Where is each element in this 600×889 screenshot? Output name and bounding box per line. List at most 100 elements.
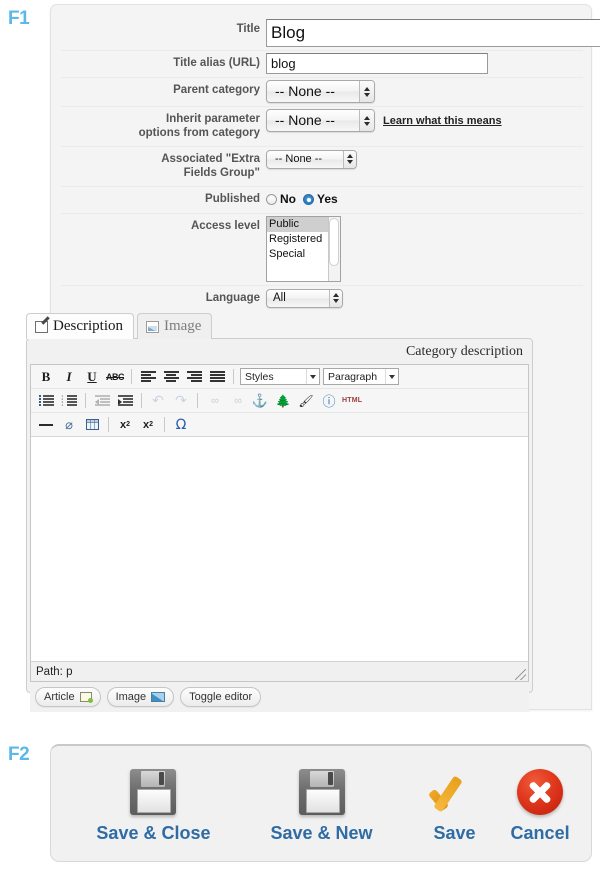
align-center-button[interactable]: [161, 367, 181, 386]
insert-article-label: Article: [44, 691, 75, 703]
format-select[interactable]: Paragraph: [323, 368, 399, 385]
insert-image-button[interactable]: Image: [106, 687, 175, 707]
article-icon: [79, 692, 93, 703]
extra-fields-group-label-line1: Associated "Extra: [161, 152, 260, 165]
toolbar-separator: [131, 369, 132, 384]
published-radio-no[interactable]: No: [266, 192, 296, 206]
published-radio-yes[interactable]: Yes: [303, 192, 338, 206]
remove-format-button[interactable]: ⌀: [59, 415, 79, 434]
listbox-scrollbar[interactable]: [328, 216, 340, 281]
pencil-icon: [35, 320, 48, 333]
access-level-label: Access level: [190, 219, 260, 232]
listbox-scroll-thumb[interactable]: [329, 217, 339, 266]
unlink-button[interactable]: ∞: [227, 391, 247, 410]
chevron-down-icon: [306, 369, 319, 384]
check-icon: [431, 763, 479, 821]
toolbar-separator: [141, 393, 142, 408]
path-value: p: [66, 665, 73, 678]
undo-button[interactable]: ↶: [148, 391, 168, 410]
image-icon: [151, 692, 166, 702]
language-value: All: [273, 291, 286, 304]
insert-table-button[interactable]: [82, 415, 102, 434]
subscript-button[interactable]: x2: [115, 415, 135, 434]
resize-grip-handle[interactable]: [515, 669, 526, 680]
inherit-params-value: -- None --: [275, 112, 335, 128]
extra-fields-group-label: Associated "Extra Fields Group": [61, 147, 266, 186]
figure-label-f2: F2: [8, 744, 30, 765]
save-and-new-button[interactable]: Save & New: [266, 763, 376, 844]
editor-toolbar-row-2: 1234 ↶ ↷ ∞ ∞ ⚓ 🌲 🖌 ⓘ HTML: [31, 389, 528, 413]
save-label: Save: [433, 823, 476, 843]
screenshot-root: F1 Title Title alias (URL) Parent catego…: [0, 0, 600, 889]
insert-image-button[interactable]: 🌲: [273, 391, 293, 410]
tinymce-editor: B I U ABC Styles Paragraph 1 2 3 4 ↶ ↷ ∞…: [30, 364, 529, 682]
numbered-list-button[interactable]: 1234: [59, 391, 79, 410]
styles-select-value: Styles: [245, 370, 274, 383]
outdent-button[interactable]: [92, 391, 112, 410]
toolbar-separator: [164, 417, 165, 432]
category-description-heading: Category description: [405, 344, 523, 359]
form-row-parent-category: Parent category -- None --: [61, 78, 583, 107]
title-alias-label: Title alias (URL): [173, 57, 260, 69]
special-character-button[interactable]: Ω: [171, 415, 191, 434]
editor-path-bar: Path: p: [31, 661, 528, 681]
title-alias-input[interactable]: [266, 53, 488, 74]
radio-checked-icon: [303, 193, 314, 205]
save-and-new-label: Save & New: [270, 823, 373, 843]
chevron-updown-icon: [343, 150, 356, 168]
superscript-button[interactable]: x2: [138, 415, 158, 434]
form-row-access-level: Access level Public Registered Special: [61, 214, 583, 286]
bold-button[interactable]: B: [36, 367, 56, 386]
title-label: Title: [236, 23, 260, 35]
language-label: Language: [205, 291, 260, 304]
toolbar-separator: [233, 369, 234, 384]
horizontal-rule-button[interactable]: [36, 415, 56, 434]
tab-description[interactable]: Description: [26, 313, 134, 339]
cancel-button[interactable]: Cancel: [507, 763, 574, 844]
language-select[interactable]: All: [266, 288, 343, 308]
underline-button[interactable]: U: [82, 367, 102, 386]
extra-fields-group-select[interactable]: -- None --: [266, 149, 357, 169]
extra-fields-group-value: -- None --: [275, 152, 323, 165]
editor-button-bar: Article Image Toggle editor: [30, 682, 529, 712]
inherit-params-label-line2: options from category: [138, 127, 260, 140]
insert-link-button[interactable]: ∞: [204, 391, 224, 410]
published-label: Published: [205, 192, 260, 205]
indent-button[interactable]: [115, 391, 135, 410]
radio-unchecked-icon: [266, 193, 277, 205]
editor-content-area[interactable]: [31, 437, 528, 661]
align-right-button[interactable]: [184, 367, 204, 386]
toolbar-separator: [197, 393, 198, 408]
editor-toolbar-row-1: B I U ABC Styles Paragraph: [31, 365, 528, 389]
italic-button[interactable]: I: [59, 367, 79, 386]
inherit-params-select[interactable]: -- None --: [266, 109, 375, 132]
published-yes-label: Yes: [317, 192, 338, 206]
cleanup-button[interactable]: 🖌: [296, 391, 316, 410]
redo-button[interactable]: ↷: [171, 391, 191, 410]
styles-select[interactable]: Styles: [240, 368, 320, 385]
align-justify-button[interactable]: [207, 367, 227, 386]
access-level-listbox[interactable]: Public Registered Special: [266, 215, 341, 282]
toggle-editor-button[interactable]: Toggle editor: [180, 687, 262, 707]
chevron-updown-icon: [359, 81, 374, 102]
form-row-title: Title: [61, 17, 600, 51]
inherit-params-label-line1: Inherit parameter: [166, 113, 260, 125]
anchor-icon[interactable]: ⚓: [250, 391, 270, 410]
title-input[interactable]: [266, 19, 600, 47]
parent-category-select[interactable]: -- None --: [266, 80, 375, 103]
form-row-extra-fields-group: Associated "Extra Fields Group" -- None …: [61, 147, 583, 187]
save-and-close-button[interactable]: Save & Close: [92, 763, 214, 844]
form-row-inherit-params: Inherit parameter options from category …: [61, 107, 583, 147]
category-form: Title Title alias (URL) Parent category …: [61, 17, 600, 312]
floppy-disk-icon: [130, 763, 177, 821]
strikethrough-button[interactable]: ABC: [105, 367, 125, 386]
figure-label-f1: F1: [8, 8, 30, 29]
insert-article-button[interactable]: Article: [35, 687, 101, 707]
bullet-list-button[interactable]: [36, 391, 56, 410]
save-button[interactable]: Save: [425, 763, 485, 844]
help-icon[interactable]: ⓘ: [319, 391, 339, 410]
edit-html-button[interactable]: HTML: [342, 391, 362, 410]
tab-image[interactable]: Image: [136, 313, 213, 339]
align-left-button[interactable]: [138, 367, 158, 386]
learn-what-this-means-link[interactable]: Learn what this means: [383, 115, 502, 127]
